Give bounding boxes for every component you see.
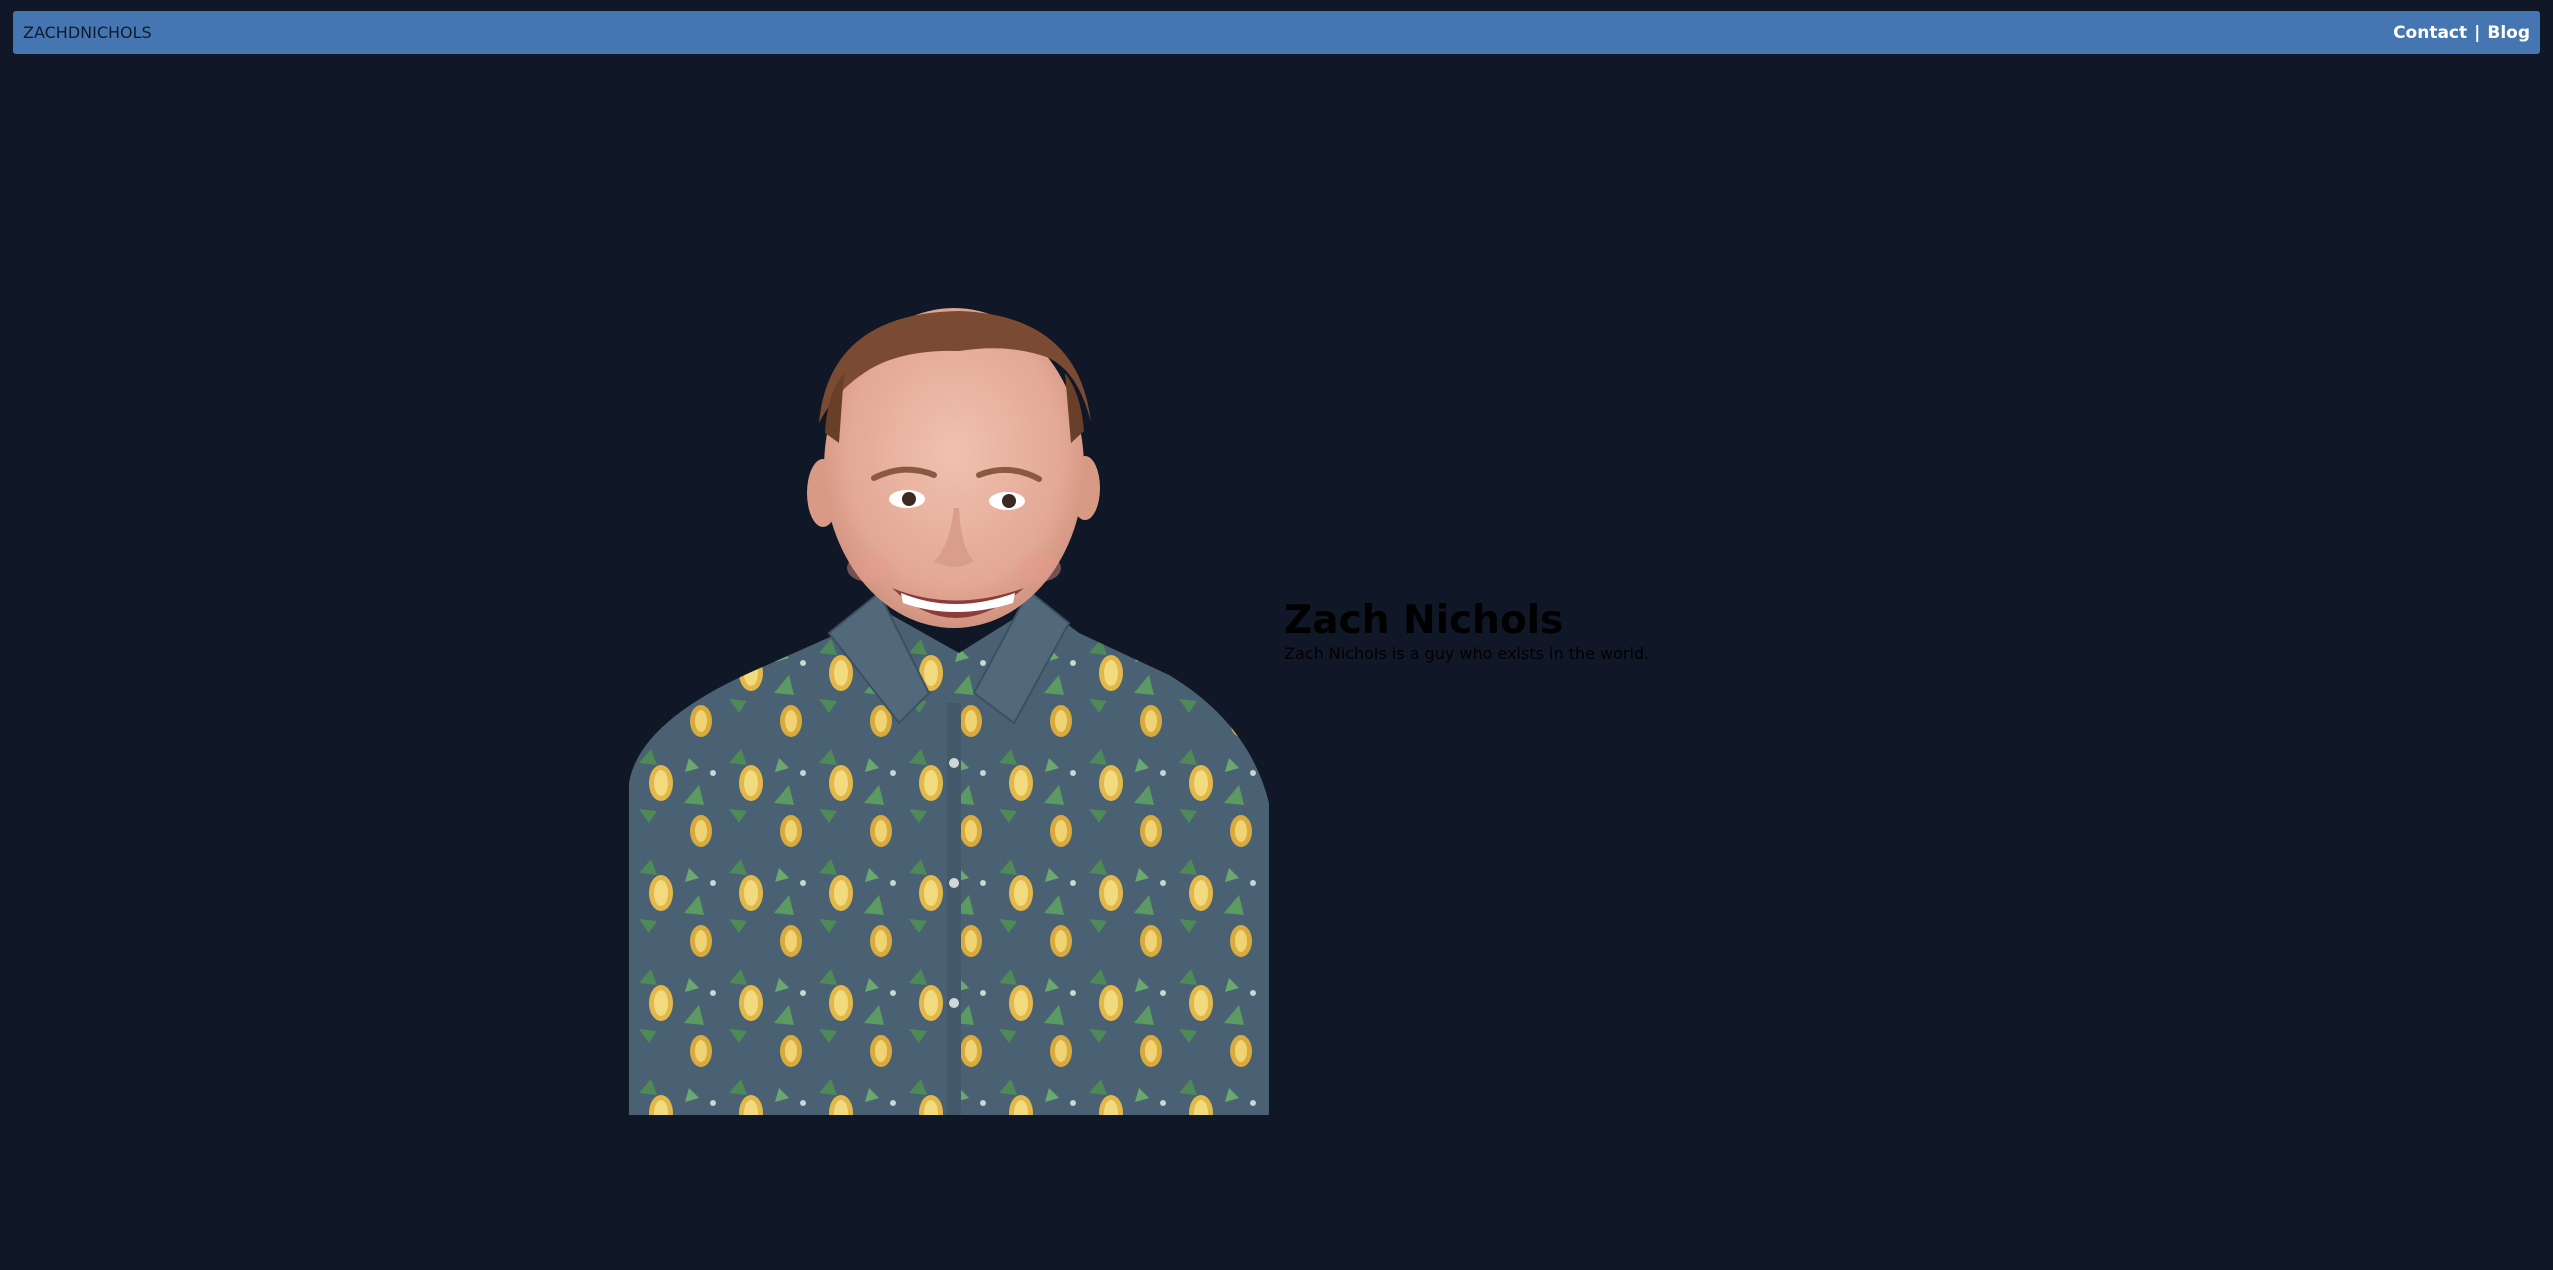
site-brand-link[interactable]: ZACHDNICHOLS (23, 23, 152, 42)
profile-photo (629, 303, 1269, 1115)
top-navbar: ZACHDNICHOLS Contact | Blog (13, 11, 2540, 54)
nav-links: Contact | Blog (2393, 23, 2530, 43)
hero-section: Zach Nichols Zach Nichols is a guy who e… (1284, 598, 1650, 663)
page-title: Zach Nichols (1284, 598, 1564, 643)
nav-separator: | (2474, 22, 2481, 43)
profile-photo-illustration (629, 308, 1269, 1115)
nav-link-blog[interactable]: Blog (2487, 23, 2530, 43)
hero-tagline: Zach Nichols is a guy who exists in the … (1284, 643, 1650, 663)
nav-link-contact[interactable]: Contact (2393, 23, 2467, 43)
